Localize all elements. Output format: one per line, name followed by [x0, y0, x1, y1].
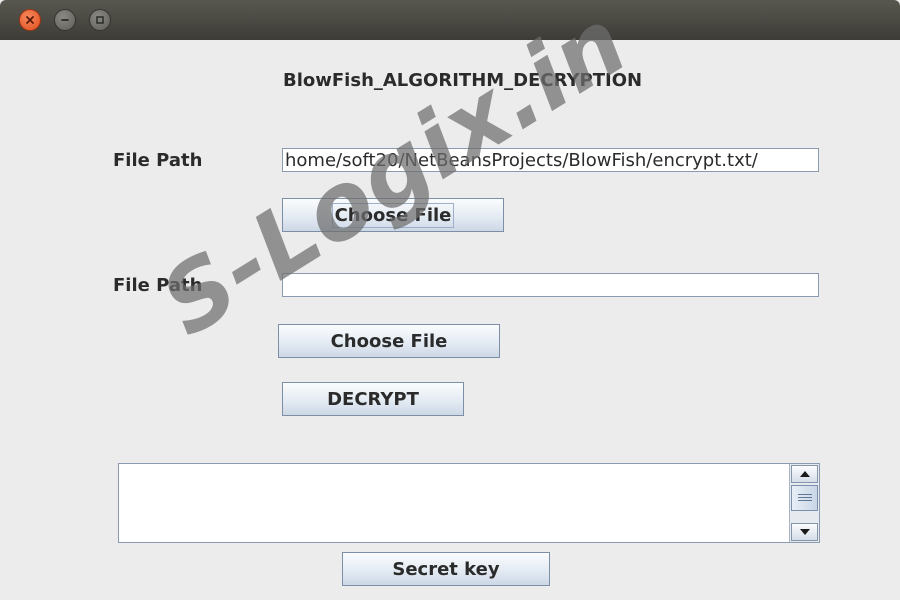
- form-panel: BlowFish_ALGORITHM_DECRYPTION File Path …: [0, 40, 900, 600]
- close-button[interactable]: [19, 9, 41, 31]
- decrypt-button[interactable]: DECRYPT: [282, 382, 464, 416]
- scroll-down-button[interactable]: [791, 523, 818, 541]
- title-bar: [0, 0, 900, 40]
- minimize-icon: [61, 19, 69, 21]
- grip-icon: [797, 493, 812, 503]
- maximize-button[interactable]: [89, 9, 111, 31]
- choose-file-button-2[interactable]: Choose File: [278, 324, 500, 358]
- secret-key-button[interactable]: Secret key: [342, 552, 550, 586]
- scroll-thumb[interactable]: [791, 485, 818, 511]
- output-text-area: [118, 463, 820, 543]
- application-window: BlowFish_ALGORITHM_DECRYPTION File Path …: [0, 0, 900, 600]
- choose-file-label-2: Choose File: [330, 330, 448, 352]
- scroll-up-button[interactable]: [791, 465, 818, 483]
- file-path-label-1: File Path: [113, 150, 203, 171]
- arrow-down-icon: [799, 529, 810, 535]
- file-path-input-1[interactable]: [282, 148, 819, 172]
- file-path-label-2: File Path: [113, 275, 203, 296]
- secret-key-label: Secret key: [392, 558, 500, 580]
- decrypt-label: DECRYPT: [327, 388, 419, 410]
- output-textarea[interactable]: [119, 464, 789, 542]
- file-path-input-2[interactable]: [282, 273, 819, 297]
- vertical-scrollbar[interactable]: [789, 464, 819, 542]
- close-icon: [26, 16, 34, 24]
- form-title: BlowFish_ALGORITHM_DECRYPTION: [283, 70, 643, 91]
- maximize-icon: [96, 16, 104, 24]
- choose-file-label-1: Choose File: [331, 202, 455, 228]
- choose-file-button-1[interactable]: Choose File: [282, 198, 504, 232]
- arrow-up-icon: [799, 471, 810, 477]
- minimize-button[interactable]: [54, 9, 76, 31]
